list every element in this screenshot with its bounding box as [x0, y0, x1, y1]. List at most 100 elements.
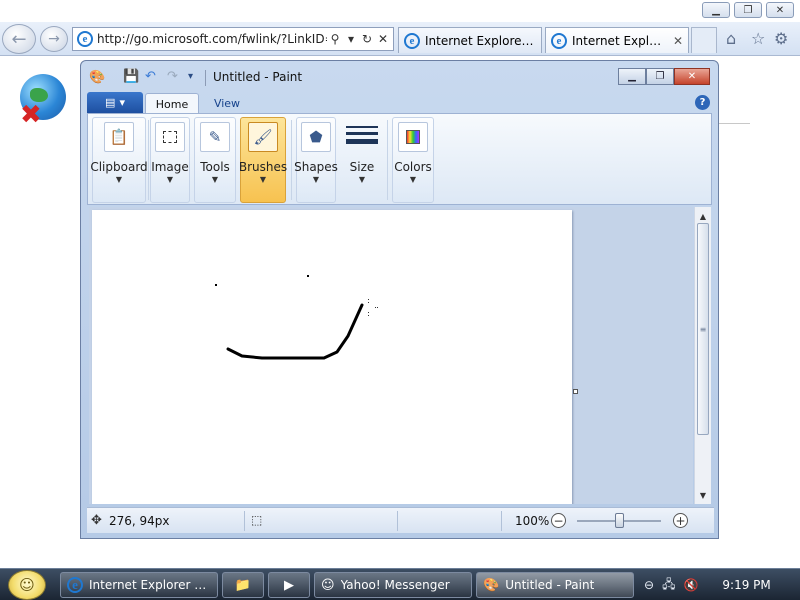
search-icon[interactable]: ⚲: [327, 32, 343, 46]
group-label: Colors: [394, 160, 432, 174]
colors-button[interactable]: Colors ▼: [392, 117, 434, 203]
chevron-down-icon: ▼: [358, 175, 366, 184]
size-button[interactable]: Size ▼: [340, 117, 384, 203]
brush-icon: 🖌: [248, 122, 278, 152]
undo-icon[interactable]: ↶: [145, 69, 156, 84]
network-icon[interactable]: 🖧: [662, 575, 675, 596]
scroll-down-icon[interactable]: ▼: [695, 488, 711, 502]
zoom-in-button[interactable]: +: [673, 513, 688, 528]
forward-button[interactable]: →: [40, 26, 68, 52]
home-icon[interactable]: ⌂: [726, 29, 736, 48]
error-x-icon: ✖: [20, 100, 42, 130]
select-rectangle-icon: [155, 122, 185, 152]
taskbar-item-media-player[interactable]: ▶: [268, 572, 310, 598]
paint-menu-button[interactable]: ▤ ▾: [87, 92, 143, 113]
cursor-position-icon: ✥: [91, 513, 102, 528]
tray-minus-icon[interactable]: ⊖: [644, 578, 654, 592]
chevron-down-icon: ▼: [259, 175, 267, 184]
browser-tab-2[interactable]: e Internet Explorer ... ✕: [545, 27, 689, 53]
customize-toolbar-icon[interactable]: ▾: [188, 71, 193, 82]
paint-titlebar[interactable]: 🎨 💾 ↶ ↷ ▾ Untitled - Paint ▁ ❐ ✕: [81, 61, 718, 91]
ie-logo-icon: e: [551, 32, 567, 49]
window-title: Untitled - Paint: [213, 70, 303, 84]
shapes-button[interactable]: ⬟ Shapes ▼: [294, 117, 338, 203]
gear-icon[interactable]: ⚙: [774, 29, 788, 48]
zoom-out-button[interactable]: −: [551, 513, 566, 528]
chevron-down-icon: ▼: [166, 175, 174, 184]
help-icon[interactable]: ?: [695, 95, 710, 110]
star-icon[interactable]: ☆: [751, 29, 765, 48]
stop-icon[interactable]: ✕: [375, 32, 391, 46]
group-label: Image: [151, 160, 189, 174]
selection-size-icon: ⬚: [251, 513, 263, 527]
status-separator: [244, 511, 245, 531]
ribbon-tabs: ▤ ▾ Home View ?: [87, 92, 714, 114]
volume-muted-icon[interactable]: 🔇: [683, 578, 698, 592]
taskbar-item-ie[interactable]: e Internet Explorer can...: [60, 572, 218, 598]
vertical-scrollbar[interactable]: ▲ ≡ ▼: [694, 207, 711, 504]
clock[interactable]: 9:19 PM: [722, 578, 770, 592]
brushes-button[interactable]: 🖌 Brushes ▼: [238, 117, 288, 203]
paint-maximize-button[interactable]: ❐: [646, 68, 674, 85]
drawing-canvas[interactable]: [92, 210, 572, 504]
ie-restore-button[interactable]: ❐: [734, 2, 762, 18]
ribbon-separator: [148, 120, 149, 200]
clipboard-button[interactable]: 📋 Clipboard ▼: [90, 117, 148, 203]
canvas-resize-handle[interactable]: [573, 389, 578, 394]
start-button[interactable]: ☺: [8, 570, 46, 600]
browser-tab-1[interactable]: e Internet Explorer ca...: [398, 27, 542, 53]
chevron-down-icon: ▾: [119, 96, 125, 109]
status-separator: [397, 511, 398, 531]
canvas-area: [89, 207, 693, 504]
chevron-down-icon: ▼: [312, 175, 320, 184]
smiley-icon: ☺: [19, 576, 35, 594]
zoom-level: 100%: [515, 514, 550, 528]
ribbon-separator: [291, 120, 292, 200]
content-divider: [716, 123, 750, 124]
tools-button[interactable]: ✎ Tools ▼: [194, 117, 236, 203]
new-tab-button[interactable]: [691, 27, 717, 53]
ie-logo-icon: e: [77, 31, 93, 47]
paint-minimize-button[interactable]: ▁: [618, 68, 646, 85]
group-label: Shapes: [294, 160, 338, 174]
tab-view[interactable]: View: [207, 93, 247, 114]
system-tray: ⊖ 🖧 🔇 9:19 PM: [640, 569, 800, 600]
taskbar: ☺ e Internet Explorer can... 📁 ▶ ☺ Yahoo…: [0, 568, 800, 600]
ie-logo-icon: e: [67, 577, 83, 593]
taskbar-item-explorer[interactable]: 📁: [222, 572, 264, 598]
address-input[interactable]: [97, 32, 327, 46]
paint-app-icon[interactable]: 🎨: [89, 70, 105, 85]
ie-close-button[interactable]: ✕: [766, 2, 794, 18]
group-label: Tools: [200, 160, 230, 174]
taskbar-item-yahoo[interactable]: ☺ Yahoo! Messenger: [314, 572, 472, 598]
taskbar-item-paint[interactable]: 🎨 Untitled - Paint: [476, 572, 634, 598]
close-tab-icon[interactable]: ✕: [673, 34, 683, 48]
address-bar[interactable]: e ⚲ ▾ ↻ ✕: [72, 27, 394, 51]
clipboard-icon: 📋: [104, 122, 134, 152]
group-label: Size: [349, 160, 375, 174]
ie-minimize-button[interactable]: ▁: [702, 2, 730, 18]
brush-cursor-icon: [368, 299, 378, 316]
chevron-down-icon: ▼: [211, 175, 219, 184]
group-label: Clipboard: [90, 160, 148, 174]
redo-icon[interactable]: ↷: [167, 69, 178, 84]
ie-caption-buttons: ▁ ❐ ✕: [702, 2, 794, 18]
status-separator: [501, 511, 502, 531]
ie-logo-icon: e: [404, 32, 420, 49]
folder-icon: 📁: [234, 577, 252, 593]
paint-window: 🎨 💾 ↶ ↷ ▾ Untitled - Paint ▁ ❐ ✕ ▤ ▾ Hom…: [80, 60, 719, 539]
save-icon[interactable]: 💾: [123, 69, 139, 84]
scroll-thumb[interactable]: ≡: [697, 223, 709, 435]
tab-home[interactable]: Home: [145, 93, 199, 114]
paint-close-button[interactable]: ✕: [674, 68, 710, 85]
back-arrow-icon: ←: [11, 28, 27, 50]
yahoo-messenger-icon: ☺: [321, 577, 335, 593]
refresh-icon[interactable]: ↻: [359, 32, 375, 46]
brush-stroke: [226, 303, 364, 360]
image-button[interactable]: Image ▼: [150, 117, 190, 203]
group-label: Brushes: [238, 160, 288, 174]
back-button[interactable]: ←: [2, 24, 36, 54]
dropdown-arrow-icon[interactable]: ▾: [343, 32, 359, 46]
zoom-slider-thumb[interactable]: [614, 513, 624, 528]
scroll-up-icon[interactable]: ▲: [695, 209, 711, 223]
